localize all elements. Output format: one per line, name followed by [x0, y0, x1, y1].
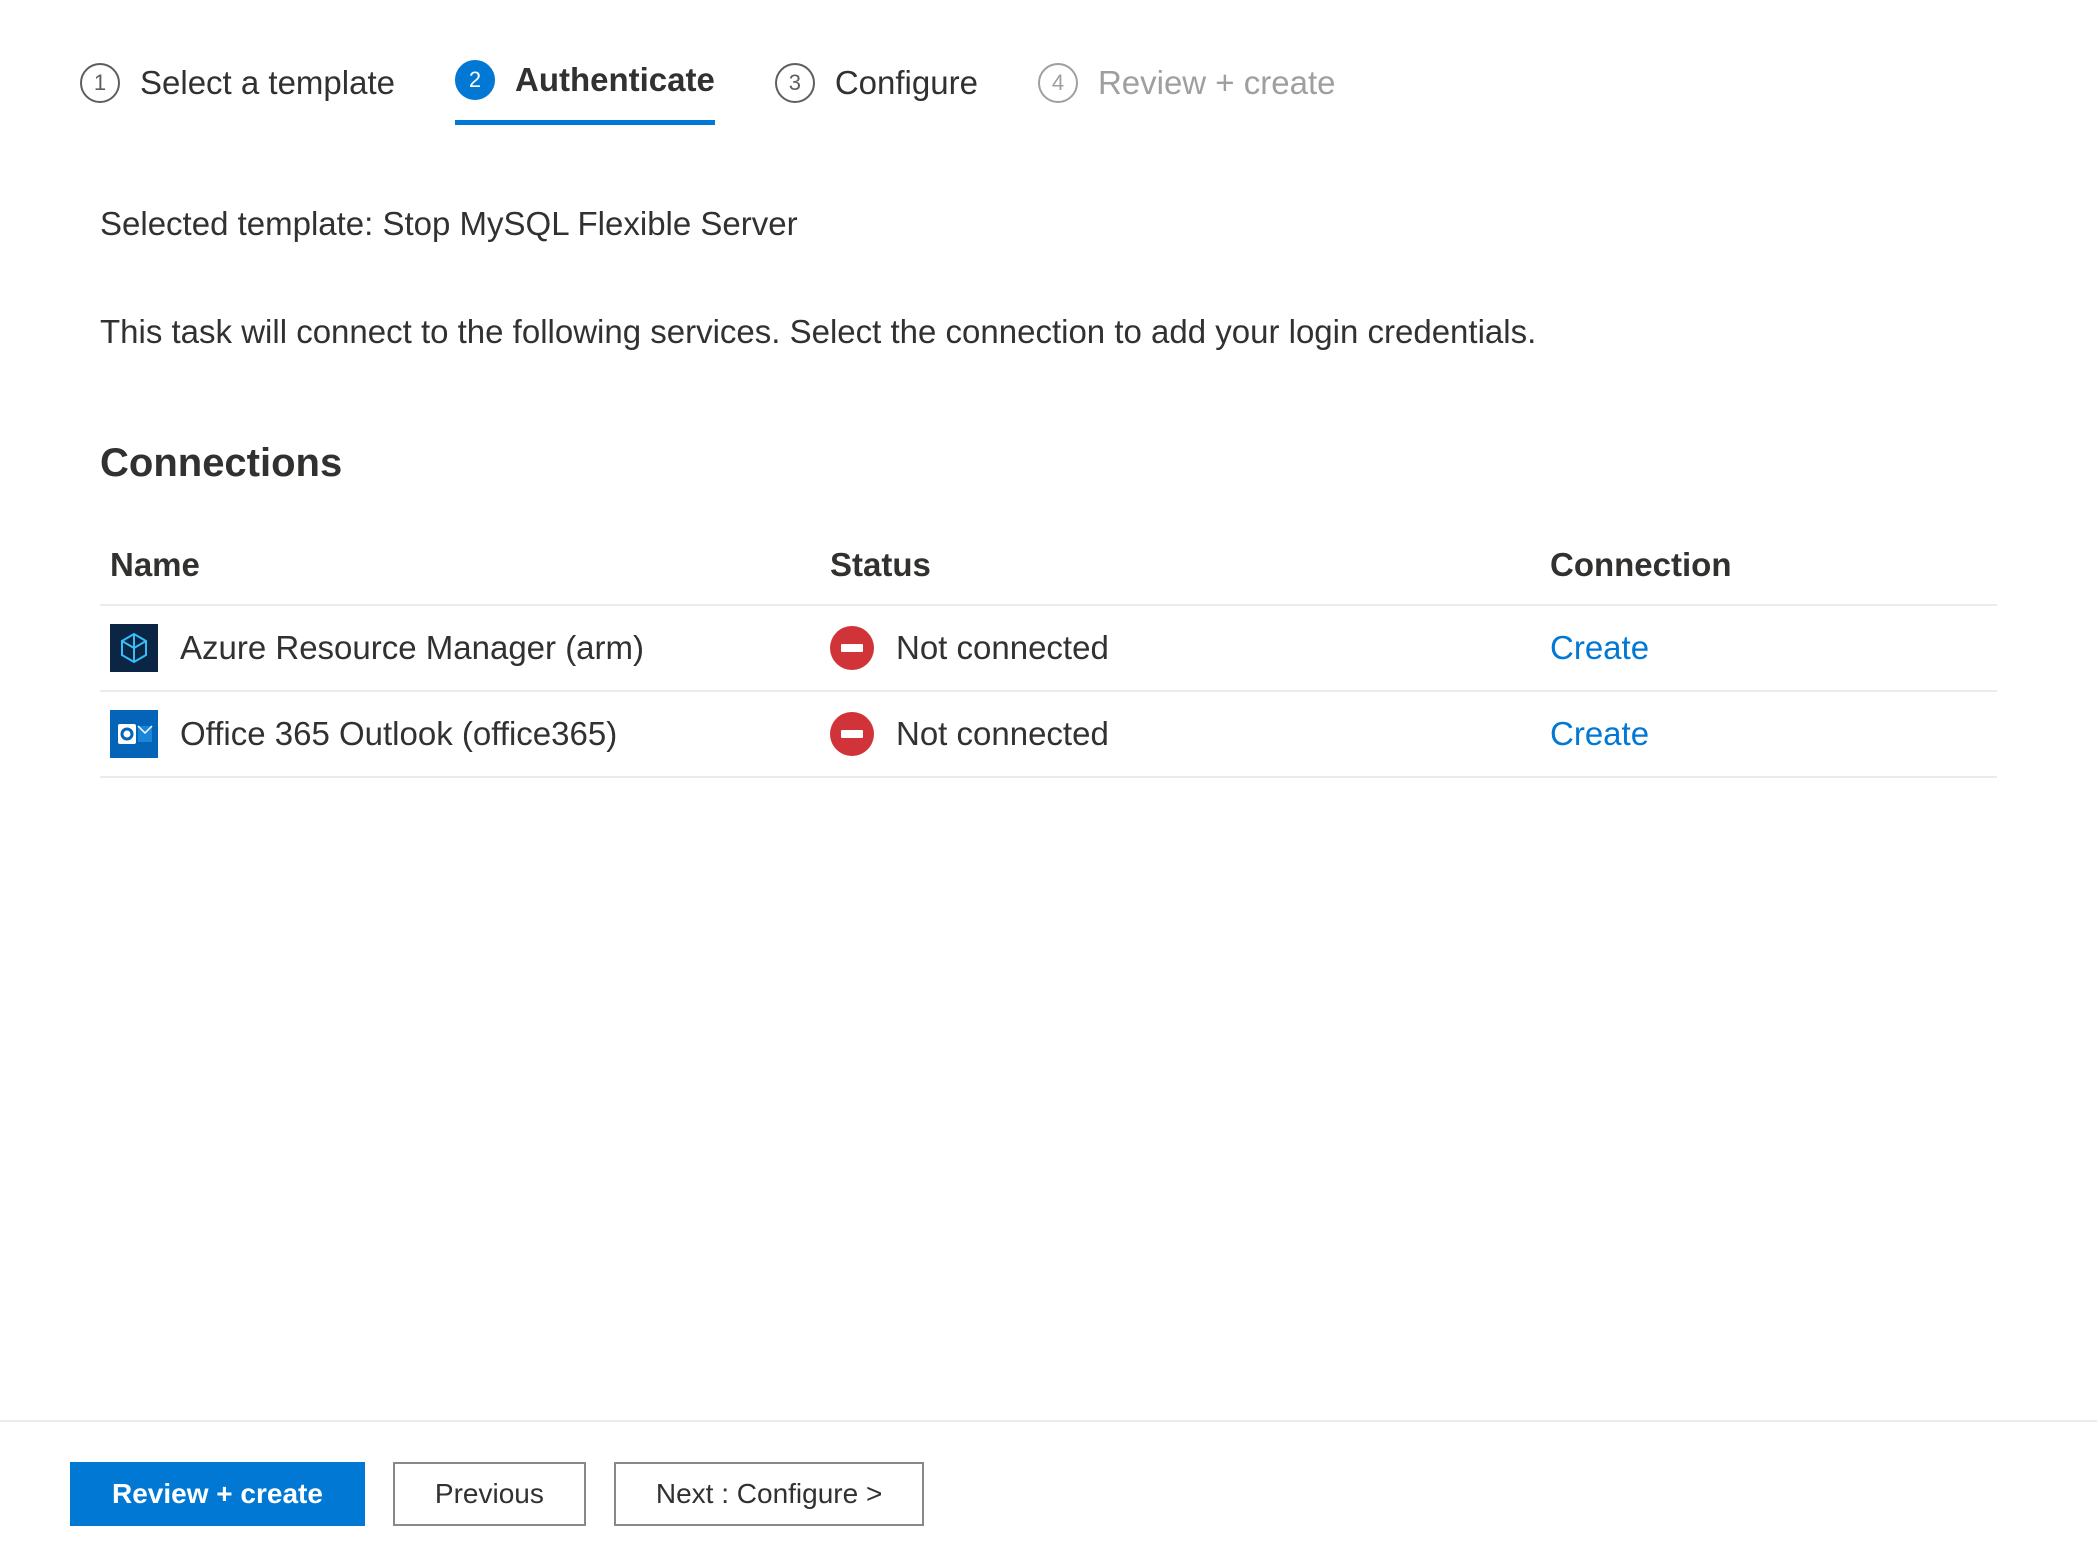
wizard-tabs: 1 Select a template 2 Authenticate 3 Con…: [80, 60, 2017, 125]
tab-number-2: 2: [455, 60, 495, 100]
status-text: Not connected: [896, 629, 1109, 667]
header-status: Status: [830, 546, 1550, 584]
error-icon: [830, 626, 874, 670]
table-header: Name Status Connection: [100, 546, 1997, 606]
create-link[interactable]: Create: [1550, 715, 1649, 752]
previous-button[interactable]: Previous: [393, 1462, 586, 1526]
wizard-footer: Review + create Previous Next : Configur…: [0, 1420, 2097, 1566]
tab-configure[interactable]: 3 Configure: [775, 63, 978, 123]
tab-label-4: Review + create: [1098, 64, 1336, 102]
connections-table: Name Status Connection Azure Resource Ma…: [100, 546, 1997, 778]
table-row: Azure Resource Manager (arm) Not connect…: [100, 606, 1997, 692]
header-connection: Connection: [1550, 546, 1997, 584]
status-cell: Not connected: [830, 712, 1550, 756]
tab-label-1: Select a template: [140, 64, 395, 102]
azure-resource-manager-icon: [110, 624, 158, 672]
name-cell: Azure Resource Manager (arm): [110, 624, 830, 672]
tab-review-create: 4 Review + create: [1038, 63, 1336, 123]
tab-authenticate[interactable]: 2 Authenticate: [455, 60, 715, 125]
status-cell: Not connected: [830, 626, 1550, 670]
selected-template-text: Selected template: Stop MySQL Flexible S…: [100, 205, 1997, 243]
next-button[interactable]: Next : Configure >: [614, 1462, 924, 1526]
description-text: This task will connect to the following …: [100, 313, 1997, 351]
error-icon: [830, 712, 874, 756]
tab-select-template[interactable]: 1 Select a template: [80, 63, 395, 123]
name-cell: Office 365 Outlook (office365): [110, 710, 830, 758]
create-link[interactable]: Create: [1550, 629, 1649, 666]
table-row: Office 365 Outlook (office365) Not conne…: [100, 692, 1997, 778]
status-text: Not connected: [896, 715, 1109, 753]
connection-name: Office 365 Outlook (office365): [180, 715, 617, 753]
header-name: Name: [110, 546, 830, 584]
review-create-button[interactable]: Review + create: [70, 1462, 365, 1526]
connections-heading: Connections: [100, 441, 1997, 486]
tab-number-1: 1: [80, 63, 120, 103]
tab-number-4: 4: [1038, 63, 1078, 103]
connection-name: Azure Resource Manager (arm): [180, 629, 644, 667]
office-365-outlook-icon: [110, 710, 158, 758]
tab-label-2: Authenticate: [515, 61, 715, 99]
tab-label-3: Configure: [835, 64, 978, 102]
tab-number-3: 3: [775, 63, 815, 103]
